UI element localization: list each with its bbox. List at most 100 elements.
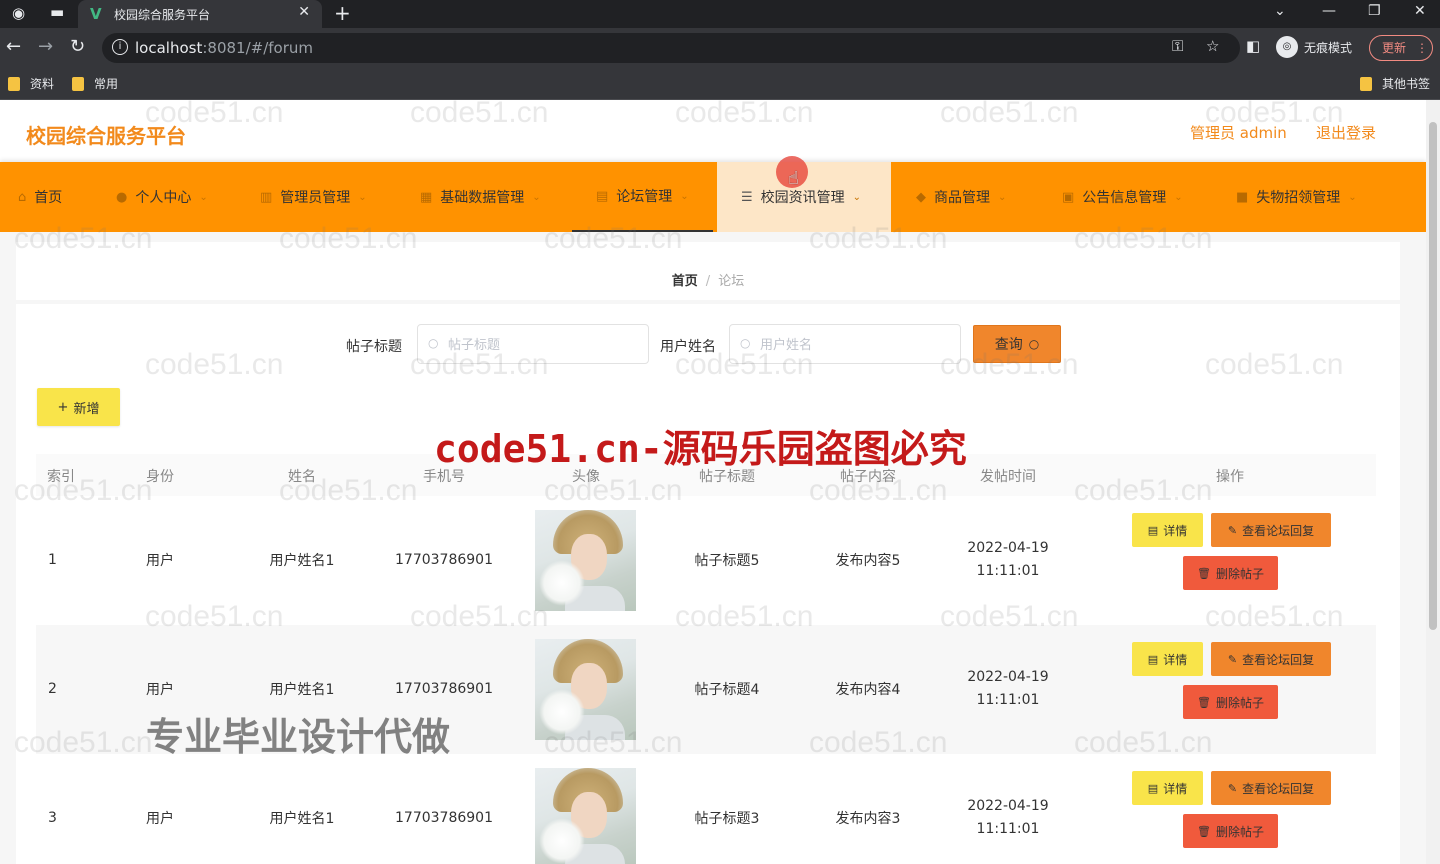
search-form: 帖子标题 ○ 用户姓名 ○ 查询○ +新增 索引 身份 姓名 手机号 头像 帖子… [0, 232, 1426, 864]
search-icon: ○ [428, 336, 439, 350]
menu-item-goods[interactable]: ◆ 商品管理 ⌄ [916, 162, 1006, 232]
scrollbar-thumb[interactable] [1429, 122, 1437, 630]
address-bar[interactable]: i localhost:8081/#/forum ⚿ ☆ [102, 33, 1240, 63]
menu-item-home[interactable]: ⌂ 首页 [18, 162, 62, 232]
title-search-input[interactable] [417, 324, 649, 364]
detail-label: 详情 [1163, 523, 1188, 538]
delete-post-button[interactable]: 🗑 删除帖子 [1183, 685, 1278, 719]
view-replies-button[interactable]: ✎ 查看论坛回复 [1211, 513, 1331, 547]
admin-label: 管理员 admin [1190, 124, 1287, 142]
menu-label: 个人中心 [135, 190, 192, 206]
user-icon: ● [116, 189, 128, 205]
name-search-label: 用户姓名 [660, 339, 716, 355]
data-icon: ▦ [420, 189, 433, 205]
query-label: 查询 [994, 337, 1023, 353]
edit-icon: ✎ [1227, 781, 1238, 795]
trash-icon: 🗑 [1197, 695, 1211, 709]
delete-post-label: 删除帖子 [1215, 566, 1264, 581]
other-bookmarks[interactable]: 其他书签 [1360, 75, 1430, 92]
update-button[interactable]: 更新 ⋮ [1369, 35, 1433, 61]
new-tab-icon[interactable]: + [334, 1, 351, 25]
minimize-icon[interactable]: — [1322, 3, 1336, 19]
view-replies-button[interactable]: ✎ 查看论坛回复 [1211, 771, 1331, 805]
add-label: 新增 [73, 401, 100, 417]
cell-index: 1 [48, 552, 57, 568]
detail-button[interactable]: ▤ 详情 [1132, 642, 1203, 676]
restore-icon[interactable]: ❐ [1368, 3, 1381, 19]
bookmark-star-icon[interactable]: ☆ [1206, 37, 1219, 55]
menu-label: 基础数据管理 [440, 190, 525, 206]
list-icon: ☰ [741, 189, 753, 205]
cell-name: 用户姓名1 [269, 811, 335, 827]
chevron-down-icon: ⌄ [852, 191, 862, 203]
watermark-banner: code51.cn-源码乐园盗图必究 [434, 427, 967, 471]
folder-icon [1360, 76, 1372, 91]
browser-tab-strip: ◉ ▬ V 校园综合服务平台 ✕ + ⌄ — ❐ ✕ [0, 0, 1440, 28]
site-info-icon[interactable]: i [112, 39, 128, 55]
header-index: 索引 [47, 469, 75, 485]
reload-icon[interactable]: ↻ [70, 36, 85, 57]
detail-button[interactable]: ▤ 详情 [1132, 513, 1203, 547]
menu-label: 商品管理 [934, 190, 990, 206]
page-scrollbar[interactable] [1426, 100, 1440, 864]
trash-icon: 🗑 [1197, 566, 1211, 580]
menu-item-admin-management[interactable]: ▥ 管理员管理 ⌄ [260, 162, 367, 232]
menu-item-basic-data[interactable]: ▦ 基础数据管理 ⌄ [420, 162, 541, 232]
sidebar-icon[interactable]: ◧ [1246, 37, 1260, 55]
chevron-down-icon: ⌄ [1174, 191, 1183, 203]
chevron-down-icon: ⌄ [680, 190, 689, 202]
menu-item-forum[interactable]: ▤ 论坛管理 ⌄ [572, 162, 713, 232]
cell-phone: 17703786901 [395, 552, 493, 568]
delete-post-label: 删除帖子 [1215, 695, 1264, 710]
bookmark-folder-changyong[interactable]: 常用 [72, 75, 118, 92]
browser-toolbar: ← → ↻ i localhost:8081/#/forum ⚿ ☆ ◧ ◎ 无… [0, 28, 1440, 68]
forward-icon[interactable]: → [38, 36, 53, 57]
close-tab-icon[interactable]: ✕ [298, 4, 310, 20]
tab-list-icon[interactable]: ▬ [50, 3, 64, 21]
bookmark-folder-ziliao[interactable]: 资料 [8, 75, 54, 92]
chevron-down-icon: ⌄ [199, 191, 208, 203]
menu-label: 首页 [34, 190, 63, 206]
cell-post-content: 发布内容4 [835, 682, 901, 698]
menu-item-lost-found[interactable]: ■ 失物招领管理 ⌄ [1236, 162, 1357, 232]
delete-post-button[interactable]: 🗑 删除帖子 [1183, 814, 1278, 848]
site-header: 校园综合服务平台 管理员 admin 退出登录 [0, 100, 1440, 162]
close-window-icon[interactable]: ✕ [1414, 3, 1426, 19]
password-key-icon[interactable]: ⚿ [1172, 37, 1183, 55]
name-search-input[interactable] [729, 324, 961, 364]
cell-role: 用户 [146, 682, 174, 698]
query-button[interactable]: 查询 ○ [973, 325, 1061, 363]
menu-label: 管理员管理 [280, 190, 351, 206]
update-label: 更新 [1382, 41, 1407, 55]
lost-found-icon: ■ [1236, 189, 1249, 205]
incognito-label: 无痕模式 [1304, 40, 1353, 55]
header-role: 身份 [146, 469, 174, 485]
logout-link[interactable]: 退出登录 [1316, 122, 1376, 143]
menu-label: 公告信息管理 [1082, 190, 1167, 206]
folder-icon [72, 76, 84, 91]
cell-phone: 17703786901 [395, 810, 493, 826]
add-button[interactable]: + 新增 [37, 388, 120, 426]
back-icon[interactable]: ← [6, 36, 21, 57]
hand-cursor-icon: ☝ [788, 168, 799, 189]
url-path: :8081/#/forum [202, 39, 313, 57]
menu-label: 校园资讯管理 [760, 190, 845, 206]
view-replies-button[interactable]: ✎ 查看论坛回复 [1211, 642, 1331, 676]
announcement-icon: ▣ [1062, 189, 1075, 205]
menu-item-announcements[interactable]: ▣ 公告信息管理 ⌄ [1062, 162, 1183, 232]
menu-label: 失物招领管理 [1256, 190, 1341, 206]
incognito-indicator[interactable]: ◎ 无痕模式 [1276, 36, 1352, 58]
tab-search-icon[interactable]: ⌄ [1274, 3, 1286, 19]
title-search-label: 帖子标题 [346, 339, 402, 355]
other-bookmarks-label: 其他书签 [1382, 77, 1431, 91]
cell-post-time: 2022-04-19 11:11:01 [967, 669, 1049, 708]
main-menu: ⌂ 首页 ● 个人中心 ⌄ ▥ 管理员管理 ⌄ ▦ 基础数据管理 ⌄ ▤ 论坛管理 ⌄ ☰ 校园资讯… [0, 162, 1426, 232]
browser-tab[interactable]: V 校园综合服务平台 ✕ [78, 0, 322, 28]
browser-menu-icon[interactable]: ◉ [12, 4, 25, 22]
detail-button[interactable]: ▤ 详情 [1132, 771, 1203, 805]
search-icon: ○ [740, 336, 751, 350]
forum-icon: ▤ [596, 188, 609, 204]
delete-post-button[interactable]: 🗑 删除帖子 [1183, 556, 1278, 590]
folder-icon [8, 76, 20, 91]
menu-item-personal-center[interactable]: ● 个人中心 ⌄ [116, 162, 208, 232]
